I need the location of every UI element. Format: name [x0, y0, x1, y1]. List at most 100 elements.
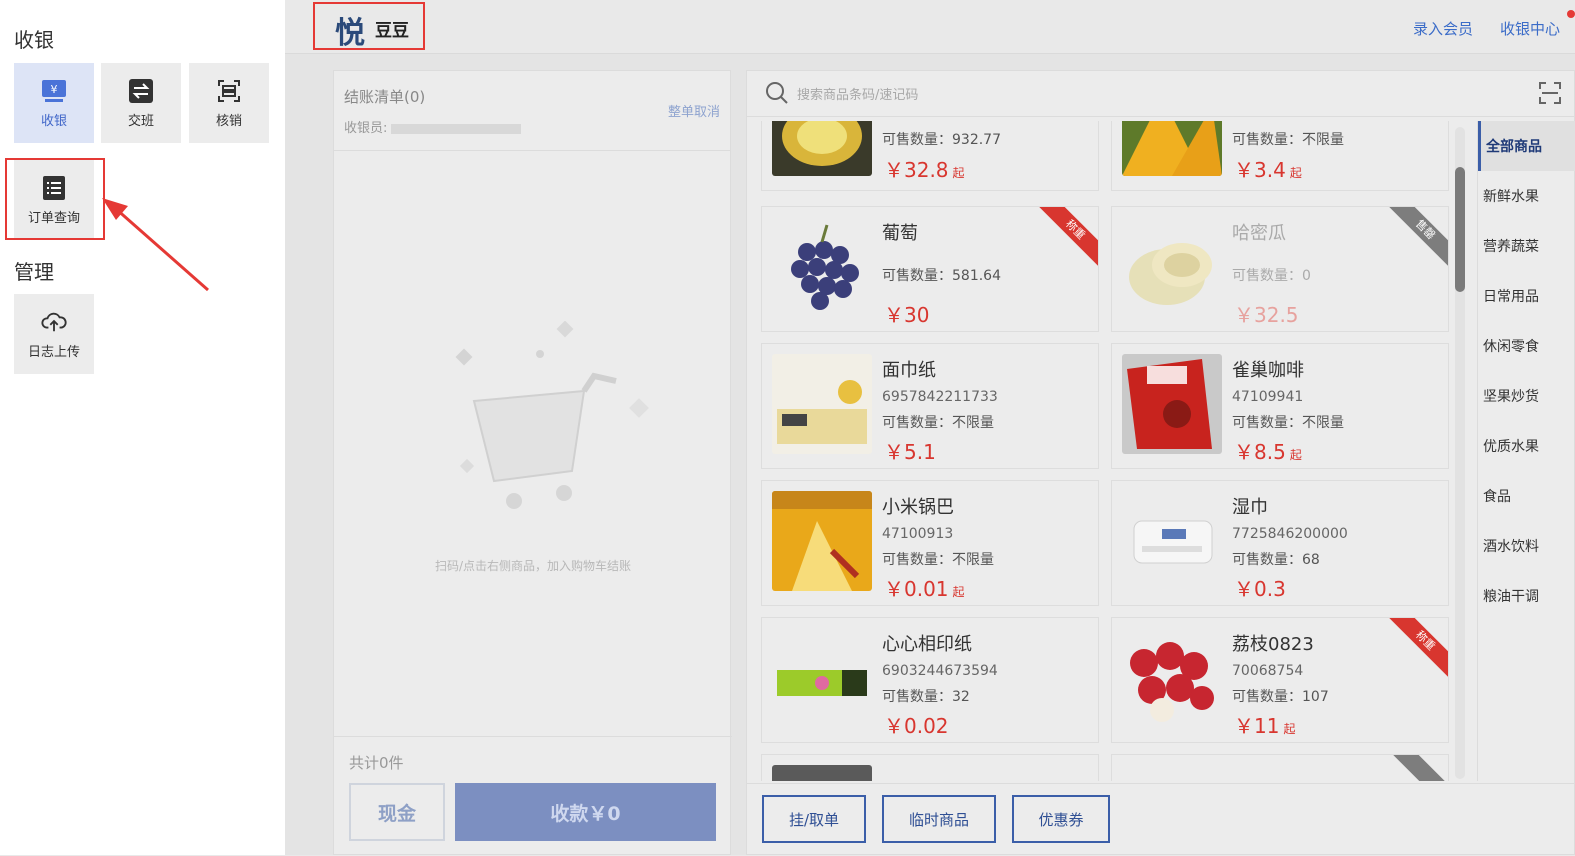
category-item[interactable]: 全部商品: [1478, 121, 1575, 171]
cart-header: 结账清单(0) 收银员: 整单取消: [334, 71, 730, 151]
product-card[interactable]: [1111, 754, 1449, 781]
product-name: 哈密瓜: [1232, 223, 1286, 244]
product-card[interactable]: 可售数量：932.77 ￥32.8 起: [761, 121, 1099, 191]
product-stock: 可售数量：不限量: [882, 415, 994, 431]
product-card[interactable]: [761, 754, 1099, 781]
product-code: 6957842211733: [882, 389, 998, 405]
price-value: ￥0.3: [1234, 577, 1286, 601]
product-image-hearts-tissue: [772, 628, 872, 728]
product-card[interactable]: 雀巢咖啡 47109941 可售数量：不限量 ￥8.5 起: [1111, 343, 1449, 469]
product-scrollbar-thumb[interactable]: [1455, 167, 1465, 292]
cart-panel: 结账清单(0) 收银员: 整单取消 扫码/点击右侧商品，加入购物车结账 共计0件…: [333, 70, 732, 855]
main-area: 悦 豆豆 录入会员 收银中心 结账清单(0) 收银员: 整单取消 扫码/点击右侧: [285, 0, 1575, 855]
product-image-mango: [1122, 121, 1222, 176]
price-suffix: 起: [1289, 448, 1302, 462]
cashier-label: 收银员:: [344, 121, 388, 136]
product-image-partial: [772, 765, 872, 781]
pay-button[interactable]: 收款￥0: [455, 783, 716, 841]
product-card[interactable]: 荔枝0823 70068754 可售数量：107 ￥11 起 称重: [1111, 617, 1449, 743]
product-card[interactable]: 葡萄 可售数量：581.64 ￥30 称重: [761, 206, 1099, 332]
price-suffix: 起: [1283, 722, 1296, 736]
product-stock: 可售数量：不限量: [1232, 415, 1344, 431]
category-item[interactable]: 食品: [1478, 471, 1575, 521]
price-value: ￥3.4: [1234, 158, 1286, 182]
category-item[interactable]: 优质水果: [1478, 421, 1575, 471]
product-card[interactable]: 湿巾 7725846200000 可售数量：68 ￥0.3: [1111, 480, 1449, 606]
product-stock: 可售数量：581.64: [882, 268, 1001, 284]
coupon-button[interactable]: 优惠券: [1012, 795, 1110, 843]
product-name: 小米锅巴: [882, 497, 954, 518]
category-item[interactable]: 酒水饮料: [1478, 521, 1575, 571]
ribbon-partial: [1386, 755, 1448, 781]
scan-code-icon[interactable]: [1538, 81, 1562, 109]
product-price: ￥32.5: [1234, 299, 1299, 328]
product-stock: 可售数量：不限量: [882, 552, 994, 568]
product-code: 6903244673594: [882, 663, 998, 679]
price-suffix: 起: [1289, 166, 1302, 180]
cart-footer: 共计0件 现金 收款￥0: [334, 736, 732, 854]
product-card[interactable]: 可售数量：不限量 ￥3.4 起: [1111, 121, 1449, 191]
product-price: ￥0.02: [884, 710, 949, 739]
price-value: ￥8.5: [1234, 440, 1286, 464]
product-price: ￥0.3: [1234, 573, 1286, 602]
product-name: 雀巢咖啡: [1232, 360, 1304, 381]
product-image-melon-slice: [772, 121, 872, 176]
highlight-box-store: [313, 2, 425, 50]
product-stock: 可售数量：不限量: [1232, 132, 1344, 148]
category-item[interactable]: 粮油干调: [1478, 571, 1575, 621]
product-code: 70068754: [1232, 663, 1304, 679]
product-card[interactable]: 心心相印纸 6903244673594 可售数量：32 ￥0.02: [761, 617, 1099, 743]
price-suffix: 起: [952, 166, 965, 180]
cancel-order-button[interactable]: 整单取消: [668, 101, 720, 120]
ribbon-weighed: 称重: [1386, 618, 1448, 680]
ribbon-weighed: 称重: [1036, 207, 1098, 269]
tile-log-upload[interactable]: 日志上传: [14, 294, 94, 374]
product-price: ￥8.5 起: [1234, 436, 1302, 465]
category-item[interactable]: 日常用品: [1478, 271, 1575, 321]
category-item[interactable]: 营养蔬菜: [1478, 221, 1575, 271]
link-cashier-center[interactable]: 收银中心: [1500, 18, 1560, 39]
product-name: 面巾纸: [882, 360, 936, 381]
product-card[interactable]: 面巾纸 6957842211733 可售数量：不限量 ￥5.1: [761, 343, 1099, 469]
product-price: ￥11 起: [1234, 710, 1295, 739]
ribbon-sold-out: 售罄: [1386, 207, 1448, 269]
product-image-nescafe: [1122, 354, 1222, 454]
product-card[interactable]: 小米锅巴 47100913 可售数量：不限量 ￥0.01 起: [761, 480, 1099, 606]
products-panel: 搜索商品条码/速记码 可售数量：932.77 ￥32.8 起 可售数量：不限量 ￥…: [746, 70, 1575, 855]
product-stock: 可售数量：107: [1232, 689, 1329, 705]
price-suffix: 起: [952, 585, 965, 599]
price-value: ￥0.01: [884, 577, 949, 601]
empty-cart-tip: 扫码/点击右侧商品，加入购物车结账: [434, 559, 632, 573]
notification-dot: [1567, 10, 1575, 18]
price-value: ￥0.02: [884, 714, 949, 738]
product-card[interactable]: 哈密瓜 可售数量：0 ￥32.5 售罄: [1111, 206, 1449, 332]
product-stock: 可售数量：68: [1232, 552, 1320, 568]
hold-order-button[interactable]: 挂/取单: [762, 795, 866, 843]
product-name: 葡萄: [882, 223, 918, 244]
product-stock: 可售数量：0: [1232, 268, 1311, 284]
category-item[interactable]: 新鲜水果: [1478, 171, 1575, 221]
product-image-hami-melon: [1122, 217, 1222, 317]
price-value: ￥32.5: [1234, 303, 1299, 327]
product-code: 7725846200000: [1232, 526, 1348, 542]
category-item[interactable]: 坚果炒货: [1478, 371, 1575, 421]
cashier-name-redacted: [391, 123, 522, 134]
cash-button[interactable]: 现金: [349, 783, 445, 841]
temp-product-button[interactable]: 临时商品: [882, 795, 996, 843]
search-input[interactable]: 搜索商品条码/速记码: [797, 84, 918, 103]
product-stock: 可售数量：932.77: [882, 132, 1001, 148]
cashier-row: 收银员:: [344, 117, 720, 136]
product-image-grape: [772, 217, 872, 317]
link-enter-member[interactable]: 录入会员: [1413, 18, 1473, 39]
category-item[interactable]: 休闲零食: [1478, 321, 1575, 371]
empty-cart-illustration: [455, 321, 649, 509]
product-image-wet-wipes: [1122, 491, 1222, 591]
product-price: ￥32.8 起: [884, 154, 965, 183]
category-list: 全部商品 新鲜水果 营养蔬菜 日常用品 休闲零食 坚果炒货 优质水果 食品 酒水…: [1477, 121, 1575, 781]
topbar: 悦 豆豆 录入会员 收银中心: [285, 0, 1575, 54]
tile-log-upload-label: 日志上传: [27, 344, 80, 360]
cart-title: 结账清单(0): [344, 88, 426, 106]
product-price: ￥5.1: [884, 436, 936, 465]
product-price: ￥3.4 起: [1234, 154, 1302, 183]
product-code: 47109941: [1232, 389, 1304, 405]
